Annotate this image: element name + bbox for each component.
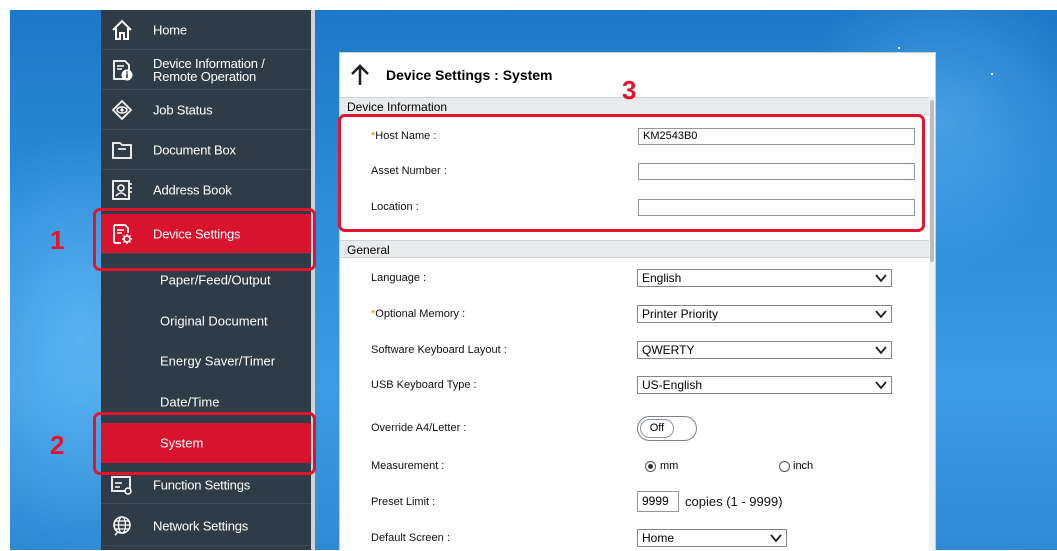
desktop-dot [991,73,993,75]
preset-limit-label: Preset Limit : [371,496,436,508]
callout-system [93,412,316,475]
up-arrow-icon[interactable] [349,63,371,87]
sidebar-item-label: Home [153,22,187,37]
sidebar-subitem-label: Original Document [160,313,268,329]
preset-limit-input[interactable]: 9999 [637,491,679,512]
toggle-knob: Off [640,419,674,438]
sidebar-item-document-box[interactable]: Document Box [101,130,311,170]
language-value: English [642,271,682,285]
optional-memory-select[interactable]: Printer Priority [637,305,892,323]
panel-scrollbar[interactable] [929,97,935,551]
sidebar-item-address-book[interactable]: Address Book [101,170,311,210]
sidebar-item-label: Job Status [153,102,213,117]
default-screen-label: Default Screen : [371,532,450,544]
desktop-dot [898,47,900,49]
sidebar-item-label: Function Settings [153,477,251,492]
sidebar-item-network-settings[interactable]: Network Settings [101,506,311,546]
sidebar-item-label: Address Book [153,182,232,197]
step-number-3: 3 [622,75,637,105]
usb-keyboard-value: US-English [642,378,703,392]
language-select[interactable]: English [637,269,892,287]
override-toggle[interactable]: Off [637,416,697,441]
usb-keyboard-select[interactable]: US-English [637,376,892,394]
sidebar-subitem-original-document[interactable]: Original Document [101,301,311,341]
section-general: General [340,240,929,258]
job-status-icon [111,99,133,120]
measurement-label: Measurement : [371,460,445,472]
preset-limit-suffix: copies (1 - 9999) [685,494,783,509]
measurement-inch-label: inch [793,460,814,472]
default-screen-select[interactable]: Home [637,529,787,547]
step-number-1: 1 [50,225,65,255]
chevron-down-icon [875,346,887,355]
sidebar-item-label: Network Settings [153,518,249,533]
chevron-down-icon [875,310,887,319]
sidebar-subitem-label: Paper/Feed/Output [160,272,271,288]
callout-device-settings [93,208,316,271]
panel-header: Device Settings : System [340,53,935,97]
usb-keyboard-label: USB Keyboard Type : [371,379,477,391]
sidebar-item-device-information[interactable]: Device Information / Remote Operation [101,50,311,90]
network-settings-icon [113,515,131,536]
override-label: Override A4/Letter : [371,422,467,434]
sidebar-item-home[interactable]: Home [101,10,311,50]
chevron-down-icon [770,534,782,543]
keyboard-layout-label: Software Keyboard Layout : [371,344,507,356]
address-book-icon [112,179,132,200]
optional-memory-value: Printer Priority [642,307,719,321]
sidebar-item-job-status[interactable]: Job Status [101,90,311,130]
chevron-down-icon [875,381,887,390]
default-screen-value: Home [642,531,675,545]
page-title: Device Settings : System [386,67,553,83]
device-info-icon [113,59,133,80]
step-number-2: 2 [50,430,65,460]
measurement-mm-radio[interactable] [645,461,656,472]
scrollbar-thumb[interactable] [930,100,934,262]
language-label: Language : [371,272,427,284]
document-box-icon [112,141,132,159]
keyboard-layout-value: QWERTY [642,343,695,357]
home-icon [112,19,132,40]
sidebar-subitem-label: Date/Time [160,394,220,410]
optional-memory-label-text: Optional Memory : [375,308,466,320]
sidebar-subitem-energy-saver-timer[interactable]: Energy Saver/Timer [101,341,311,381]
sidebar-item-label: Document Box [153,142,236,157]
measurement-inch-radio[interactable] [779,461,790,472]
sidebar-item-label: Device Information / Remote Operation [153,55,265,84]
sidebar-subitem-label: Energy Saver/Timer [160,353,276,369]
chevron-down-icon [875,274,887,283]
callout-device-information [338,114,925,232]
optional-memory-label: *Optional Memory : [371,308,465,320]
keyboard-layout-select[interactable]: QWERTY [637,341,892,359]
function-settings-icon [111,475,132,495]
measurement-mm-label: mm [660,460,679,472]
